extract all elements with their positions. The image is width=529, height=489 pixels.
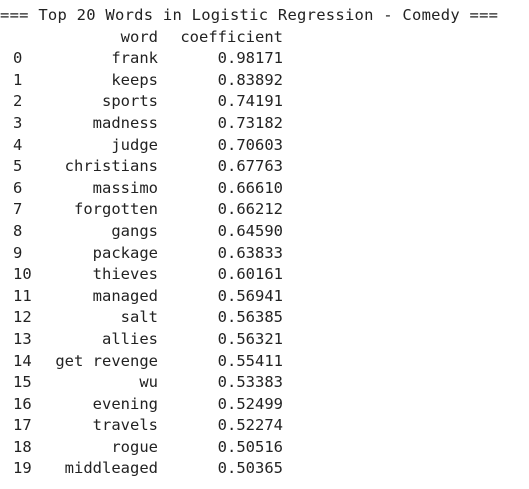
row-index: 2 (13, 92, 23, 111)
row-index: 8 (13, 221, 23, 240)
table-header-row: word coefficient (0, 27, 529, 49)
row-coefficient: 0.66610 (217, 178, 283, 197)
row-coefficient: 0.73182 (217, 113, 283, 132)
row-coefficient: 0.60161 (217, 265, 283, 284)
row-index: 5 (13, 157, 23, 176)
row-word: forgotten (74, 200, 158, 219)
row-word: package (92, 243, 158, 262)
row-word: salt (120, 308, 158, 327)
row-index: 17 (13, 416, 32, 435)
row-index: 0 (13, 49, 23, 68)
row-index: 9 (13, 243, 23, 262)
row-word: wu (139, 373, 158, 392)
table-row: 11 managed 0.56941 (0, 286, 529, 308)
row-index: 7 (13, 200, 23, 219)
row-word: evening (92, 394, 158, 413)
row-coefficient: 0.70603 (217, 135, 283, 154)
row-coefficient: 0.50365 (217, 459, 283, 478)
table-body: 0 frank 0.98171 1 keeps 0.83892 2 sports 0.74191… (0, 48, 529, 480)
table-row: 8 gangs 0.64590 (0, 221, 529, 243)
row-index: 19 (13, 459, 32, 478)
table-row: 14 get revenge 0.55411 (0, 351, 529, 373)
row-word: get revenge (55, 351, 158, 370)
row-word: rogue (111, 437, 158, 456)
row-coefficient: 0.56321 (217, 329, 283, 348)
table-row: 16 evening 0.52499 (0, 394, 529, 416)
table-row: 2 sports 0.74191 (0, 91, 529, 113)
row-word: thieves (92, 265, 158, 284)
table-row: 4 judge 0.70603 (0, 135, 529, 157)
table-row: 15 wu 0.53383 (0, 372, 529, 394)
row-index: 15 (13, 373, 32, 392)
row-coefficient: 0.52499 (217, 394, 283, 413)
row-index: 3 (13, 113, 23, 132)
table-row: 19 middleaged 0.50365 (0, 458, 529, 480)
row-coefficient: 0.52274 (217, 416, 283, 435)
row-index: 6 (13, 178, 23, 197)
row-coefficient: 0.50516 (217, 437, 283, 456)
row-index: 16 (13, 394, 32, 413)
row-coefficient: 0.74191 (217, 92, 283, 111)
table-row: 9 package 0.63833 (0, 243, 529, 265)
row-index: 13 (13, 329, 32, 348)
row-coefficient: 0.56941 (217, 286, 283, 305)
table-row: 17 travels 0.52274 (0, 415, 529, 437)
table-row: 5 christians 0.67763 (0, 156, 529, 178)
row-coefficient: 0.64590 (217, 221, 283, 240)
row-coefficient: 0.98171 (217, 49, 283, 68)
table-row: 12 salt 0.56385 (0, 307, 529, 329)
row-coefficient: 0.66212 (217, 200, 283, 219)
row-word: managed (92, 286, 158, 305)
table-row: 6 massimo 0.66610 (0, 178, 529, 200)
row-word: judge (111, 135, 158, 154)
row-word: frank (111, 49, 158, 68)
row-coefficient: 0.67763 (217, 157, 283, 176)
row-coefficient: 0.55411 (217, 351, 283, 370)
table-row: 1 keeps 0.83892 (0, 70, 529, 92)
row-index: 10 (13, 265, 32, 284)
output-title: === Top 20 Words in Logistic Regression … (0, 6, 499, 24)
row-index: 14 (13, 351, 32, 370)
row-coefficient: 0.53383 (217, 373, 283, 392)
row-word: keeps (111, 70, 158, 89)
row-index: 4 (13, 135, 23, 154)
row-word: massimo (92, 178, 158, 197)
table-row: 18 rogue 0.50516 (0, 437, 529, 459)
notebook-output: === Top 20 Words in Logistic Regression … (0, 5, 529, 480)
row-word: gangs (111, 221, 158, 240)
row-index: 11 (13, 286, 32, 305)
table-row: 7 forgotten 0.66212 (0, 199, 529, 221)
column-header-coefficient: coefficient (180, 27, 283, 46)
row-word: travels (92, 416, 158, 435)
column-header-word: word (120, 27, 158, 46)
row-word: christians (64, 157, 158, 176)
table-row: 10 thieves 0.60161 (0, 264, 529, 286)
row-word: sports (102, 92, 158, 111)
row-coefficient: 0.56385 (217, 308, 283, 327)
table-row: 13 allies 0.56321 (0, 329, 529, 351)
table-row: 3 madness 0.73182 (0, 113, 529, 135)
row-index: 12 (13, 308, 32, 327)
row-word: madness (92, 113, 158, 132)
row-word: allies (102, 329, 158, 348)
row-coefficient: 0.63833 (217, 243, 283, 262)
table-row: 0 frank 0.98171 (0, 48, 529, 70)
row-index: 1 (13, 70, 23, 89)
row-index: 18 (13, 437, 32, 456)
row-coefficient: 0.83892 (217, 70, 283, 89)
row-word: middleaged (64, 459, 158, 478)
